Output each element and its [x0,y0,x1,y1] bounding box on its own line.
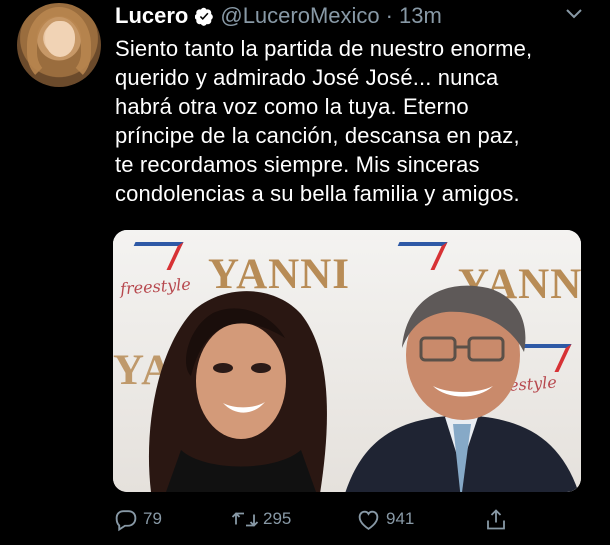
tweet-photo[interactable]: YANNI YANNI YA freestyle freestyle [113,230,581,492]
tweet-text-line: príncipe de la canción, descansa en paz, [115,123,520,148]
more-options-button[interactable] [563,5,585,23]
tweet-text-line: te recordamos siempre. Mis sinceras [115,152,480,177]
tweet-text-line: habrá otra voz como la tuya. Eterno [115,94,469,119]
heart-icon [355,507,382,532]
retweet-button[interactable]: 295 [231,505,291,533]
photo-person-woman [149,291,327,492]
like-count: 941 [386,509,415,528]
reply-count: 79 [143,509,162,528]
retweet-icon [231,507,259,532]
tweet-actions: 79 295 941 [0,505,610,537]
tweet-card[interactable]: Lucero @LuceroMexico · 13m Siento tanto … [0,0,610,545]
time-separator: · [385,3,393,28]
reply-icon [113,507,139,532]
tweet-text-line: Siento tanto la partida de nuestro enorm… [115,36,533,61]
avatar-face [45,21,75,57]
tweet-text-line: condolencias a su bella familia y amigos… [115,181,520,206]
tweet-text-line: querido y admirado José José... nunca [115,65,499,90]
avatar[interactable] [17,3,101,87]
chevron-down-icon [565,7,583,21]
display-name[interactable]: Lucero [115,0,188,32]
reply-button[interactable]: 79 [113,505,162,533]
photo-person-man [345,285,579,492]
tweet-text: Siento tanto la partida de nuestro enorm… [115,34,585,208]
tweet-header: Lucero @LuceroMexico · 13m [115,0,442,32]
user-handle[interactable]: @LuceroMexico [220,0,379,32]
like-button[interactable]: 941 [355,505,414,533]
tweet-timestamp[interactable]: 13m [399,0,442,32]
verified-icon [195,7,214,26]
share-button[interactable] [484,505,508,533]
share-icon [484,507,508,532]
retweet-count: 295 [263,509,292,528]
